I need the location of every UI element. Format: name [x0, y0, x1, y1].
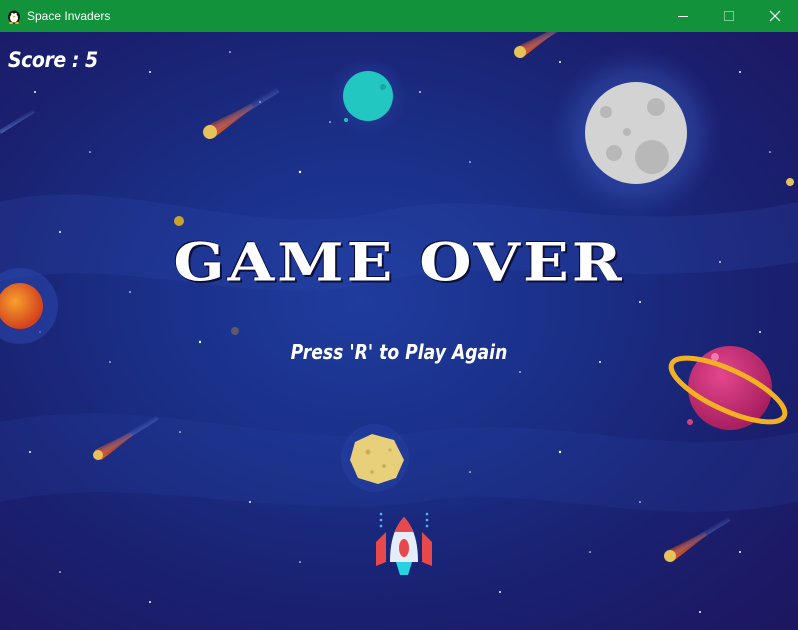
close-icon	[769, 10, 781, 22]
maximize-button[interactable]	[706, 0, 752, 32]
close-button[interactable]	[752, 0, 798, 32]
minimize-icon	[678, 16, 688, 17]
moon	[550, 47, 722, 219]
asteroid	[341, 424, 409, 492]
title-bar[interactable]: Space Invaders	[0, 0, 798, 32]
game-window: Space Invaders Score: 5 GAME OVER Press…	[0, 0, 798, 630]
game-over-title: GAME OVER	[173, 232, 625, 294]
window-title: Space Invaders	[27, 9, 111, 23]
maximize-icon	[724, 11, 734, 21]
minimize-button[interactable]	[660, 0, 706, 32]
penguin-icon	[6, 8, 22, 24]
player-spaceship	[376, 512, 432, 575]
score-label: Score : 5	[8, 48, 98, 72]
restart-prompt: Press 'R' to Play Again	[290, 340, 508, 364]
teal-planet	[328, 56, 408, 136]
game-canvas[interactable]: Score : 5 GAME OVER Press 'R' to Play Ag…	[0, 32, 798, 630]
small-moon	[174, 216, 184, 226]
space-background	[0, 32, 798, 613]
